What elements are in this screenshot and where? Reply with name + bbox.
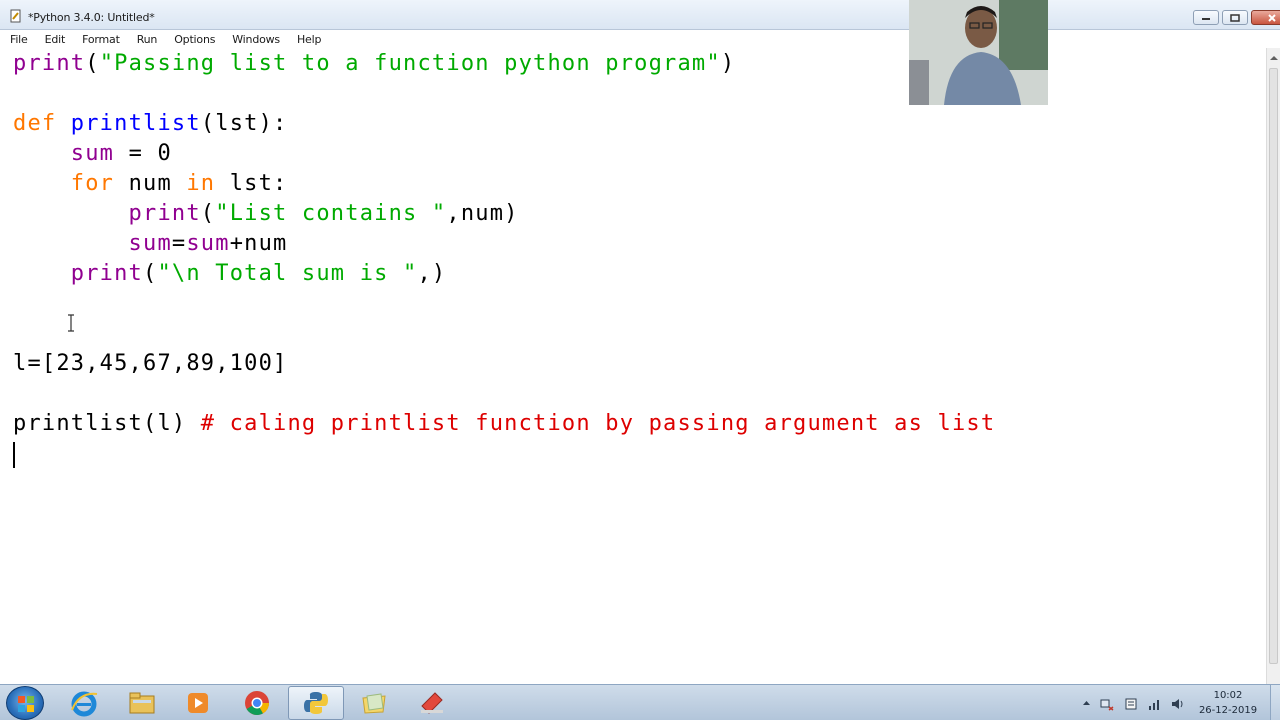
menu-edit[interactable]: Edit xyxy=(43,33,68,46)
code-token: for xyxy=(13,171,115,196)
taskbar-python-idle[interactable] xyxy=(288,686,344,720)
minimize-icon xyxy=(1202,17,1210,20)
code-line: def printlist(lst): xyxy=(13,109,287,139)
code-token: lst: xyxy=(215,171,288,196)
close-icon xyxy=(1268,13,1276,22)
code-token: = 0 xyxy=(114,141,172,166)
window-title: *Python 3.4.0: Untitled* xyxy=(28,11,155,24)
code-token: ( xyxy=(85,51,100,76)
code-token: ,) xyxy=(417,261,447,286)
title-bar: *Python 3.4.0: Untitled* xyxy=(0,0,1280,30)
code-token: (lst): xyxy=(200,111,288,136)
windows-logo-icon xyxy=(18,696,34,712)
scrollbar-thumb[interactable] xyxy=(1269,68,1278,664)
menu-bar: File Edit Format Run Options Windows Hel… xyxy=(0,30,1280,48)
code-token: ) xyxy=(720,51,736,76)
code-line: printlist(l) # caling printlist function… xyxy=(13,409,995,439)
ibeam-cursor-icon xyxy=(68,314,74,332)
code-token: ,num) xyxy=(446,201,519,226)
action-center-icon[interactable] xyxy=(1124,697,1138,711)
clock-date[interactable]: 26-12-2019 xyxy=(1188,705,1268,716)
text-cursor xyxy=(13,442,15,468)
code-token: printlist xyxy=(70,111,201,136)
code-token: print xyxy=(13,261,144,286)
clock-time[interactable]: 10:02 xyxy=(1188,690,1268,701)
start-orb-button[interactable] xyxy=(6,686,44,720)
close-button[interactable] xyxy=(1251,10,1280,25)
volume-icon[interactable] xyxy=(1171,697,1185,711)
code-token: sum xyxy=(13,141,115,166)
code-token: def xyxy=(13,111,57,136)
menu-windows[interactable]: Windows xyxy=(230,33,282,46)
code-token: num xyxy=(114,171,187,196)
code-token: sum xyxy=(186,231,230,256)
internet-explorer-icon xyxy=(71,691,98,717)
code-token: print xyxy=(13,201,201,226)
code-token: ( xyxy=(200,201,216,226)
folder-icon xyxy=(362,693,386,714)
minimize-button[interactable] xyxy=(1193,10,1219,25)
code-token: # caling printlist function by passing a… xyxy=(200,411,996,436)
code-token: printlist(l) xyxy=(13,411,201,436)
paint-icon xyxy=(421,692,443,714)
code-token: l=[23,45,67,89,100] xyxy=(13,351,288,376)
code-token: print xyxy=(13,51,86,76)
idle-file-icon xyxy=(10,9,21,23)
presenter-video-icon xyxy=(909,0,1048,105)
taskbar-media-player[interactable] xyxy=(170,686,226,720)
vertical-scrollbar[interactable] xyxy=(1266,48,1280,684)
maximize-icon xyxy=(1230,13,1240,22)
taskbar-paint[interactable] xyxy=(404,686,460,720)
code-editor[interactable]: print("Passing list to a function python… xyxy=(0,48,1266,684)
code-token: "Passing list to a function python progr… xyxy=(99,51,721,76)
menu-help[interactable]: Help xyxy=(295,33,323,46)
show-hidden-icons-icon[interactable] xyxy=(1082,700,1091,706)
menu-run[interactable]: Run xyxy=(135,33,160,46)
taskbar-file-explorer[interactable] xyxy=(114,686,170,720)
menu-options[interactable]: Options xyxy=(172,33,217,46)
signal-bars-icon[interactable] xyxy=(1148,697,1162,711)
code-line: sum = 0 xyxy=(13,139,172,169)
code-token: ( xyxy=(143,261,158,286)
show-desktop-button[interactable] xyxy=(1270,685,1280,720)
network-icon[interactable] xyxy=(1100,697,1114,711)
code-line: print("List contains ",num) xyxy=(13,199,519,229)
scroll-up-icon[interactable] xyxy=(1270,56,1278,60)
code-token: in xyxy=(186,171,216,196)
code-token: "\n Total sum is " xyxy=(157,261,418,286)
media-player-icon xyxy=(188,693,208,713)
taskbar-folder[interactable] xyxy=(346,686,402,720)
code-line: print("Passing list to a function python… xyxy=(13,49,735,79)
code-token: sum xyxy=(13,231,172,256)
code-token: "List contains " xyxy=(215,201,447,226)
code-token: +num xyxy=(229,231,288,256)
chrome-icon xyxy=(245,691,269,716)
menu-file[interactable]: File xyxy=(8,33,30,46)
maximize-button[interactable] xyxy=(1222,10,1248,25)
python-icon xyxy=(304,692,328,714)
code-line: l=[23,45,67,89,100] xyxy=(13,349,287,379)
taskbar-internet-explorer[interactable] xyxy=(56,686,112,720)
taskbar-chrome[interactable] xyxy=(229,686,285,720)
menu-format[interactable]: Format xyxy=(80,33,122,46)
code-line: sum=sum+num xyxy=(13,229,287,259)
code-line: print("\n Total sum is ",) xyxy=(13,259,446,289)
code-token: = xyxy=(171,231,187,256)
webcam-overlay xyxy=(909,0,1048,105)
taskbar: 10:02 26-12-2019 xyxy=(0,684,1280,720)
file-explorer-icon xyxy=(129,692,155,714)
code-line: for num in lst: xyxy=(13,169,287,199)
